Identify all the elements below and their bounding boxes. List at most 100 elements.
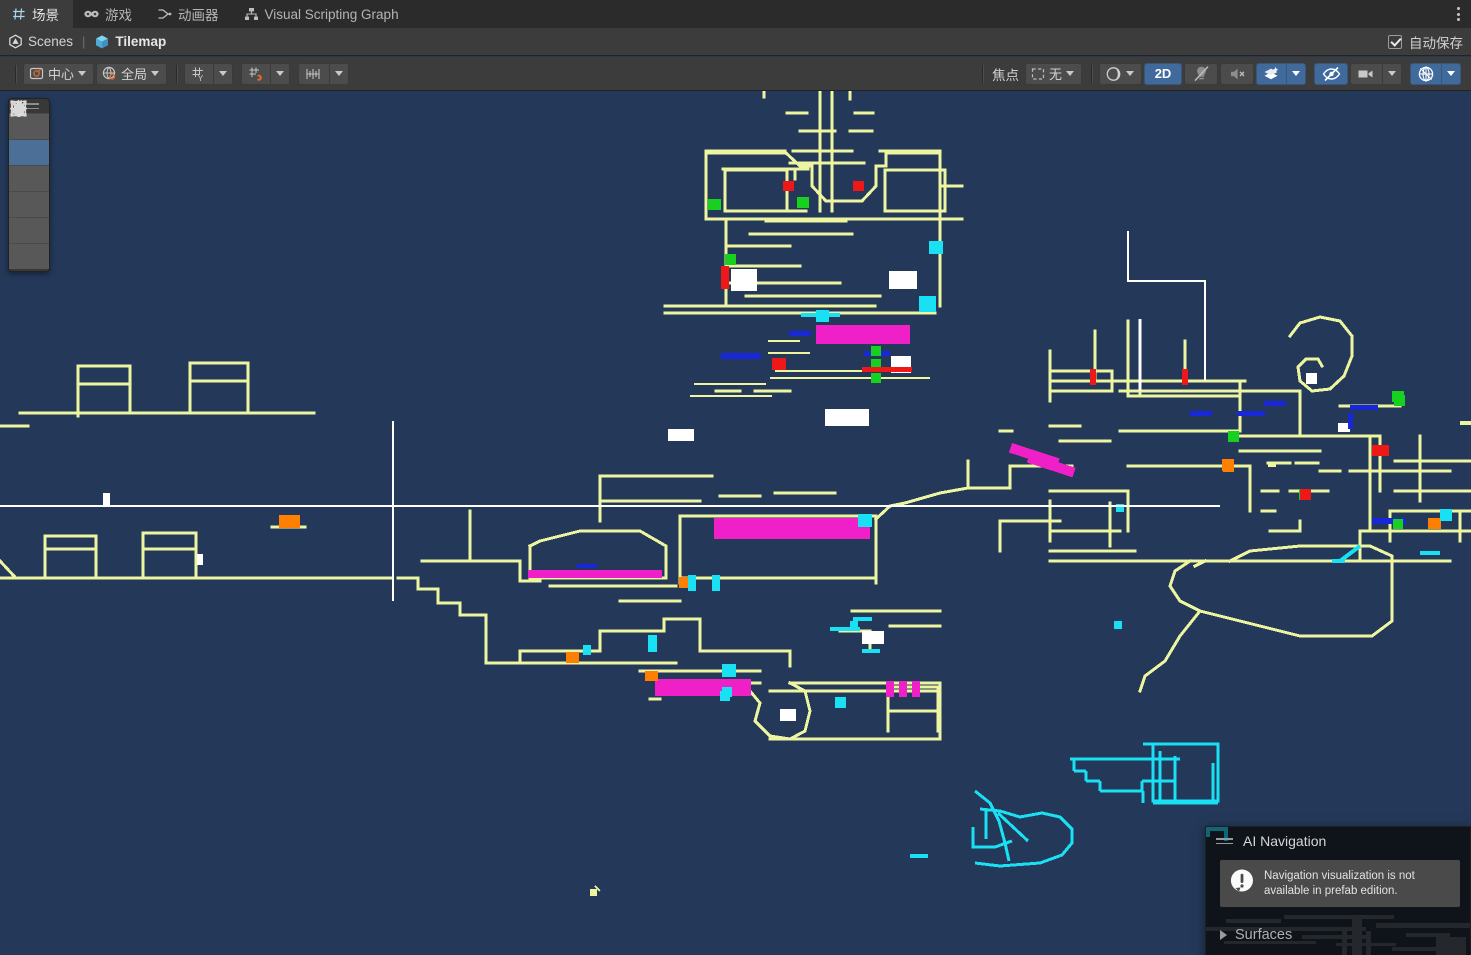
auto-save-toggle[interactable]: 自动保存 [1388,32,1463,52]
pivot-center-icon [29,66,44,81]
transform-tool[interactable] [9,100,49,269]
scene-camera-group [1350,62,1404,85]
tab-visual-scripting-graph[interactable]: Visual Scripting Graph [233,0,413,28]
breadcrumb-prefab[interactable]: Tilemap [94,34,166,50]
scene-camera-button[interactable] [1350,62,1382,85]
tab-label: 场景 [32,8,59,23]
snap-increment-button[interactable] [298,62,330,85]
chevron-down-icon [219,71,228,76]
navigation-warning-box: Navigation visualization is not availabl… [1220,860,1460,908]
tab-game[interactable]: 游戏 [73,0,146,28]
chevron-down-icon [1447,71,1455,76]
chevron-down-icon [276,71,285,76]
grid-axis-button[interactable]: Y [184,62,214,85]
magnet-grid-icon [248,66,264,82]
rect-tool[interactable] [9,100,49,243]
tab-label: 动画器 [178,8,219,23]
grid-axis-dropdown[interactable] [213,62,234,85]
svg-text:Y: Y [198,73,204,82]
effects-icon [1263,66,1280,82]
tab-animator[interactable]: 动画器 [146,0,233,28]
focus-selector-button[interactable]: 无 [1024,62,1082,85]
chevron-down-icon [78,71,87,76]
section-surfaces-label: Surfaces [1235,926,1293,943]
grid-axis-y-icon: Y [191,66,207,82]
chevron-down-icon [1126,71,1134,76]
snap-increment-group [298,62,351,85]
shaded-sphere-icon [1105,66,1122,82]
breadcrumb-prefab-label: Tilemap [115,34,167,49]
more-options-icon[interactable] [1445,0,1471,28]
overlay-drag-handle[interactable] [1216,838,1233,844]
gizmos-group [1410,62,1463,85]
chevron-down-icon [1388,71,1396,76]
grid-axis-group: Y [184,62,235,85]
toolbar-divider [176,64,178,83]
toolbar-divider [15,64,16,83]
animator-icon [157,7,172,22]
eye-off-icon [1322,66,1341,82]
tab-bar-filler [413,0,1445,28]
tab-label: Visual Scripting Graph [264,6,399,22]
gizmos-dropdown[interactable] [1441,62,1461,85]
toolbar-divider [981,64,983,83]
ai-navigation-overlay[interactable]: AI Navigation Navigation visualization i… [1205,826,1471,955]
breadcrumb-scenes-label: Scenes [28,34,74,49]
chevron-right-icon[interactable] [1220,929,1227,940]
snap-increment-icon [305,67,323,81]
scene-view-viewport[interactable]: AI Navigation Navigation visualization i… [0,91,1471,955]
focus-frame-icon [1031,67,1045,81]
auto-save-label: 自动保存 [1409,35,1463,51]
breadcrumb-scenes[interactable]: Scenes [8,34,73,49]
scale-tool[interactable] [9,100,49,217]
toolbar-divider [1091,64,1092,83]
hidden-objects-toggle[interactable] [1314,62,1348,85]
gamepad-icon [84,7,99,22]
chevron-down-icon [335,71,344,76]
ai-navigation-sections: Surfaces 代理 Obstacles Show Carve Hull [1206,907,1470,955]
focus-label: 焦点 [991,67,1019,83]
section-surfaces[interactable]: Surfaces [1218,919,1470,950]
scene-effects-button[interactable] [1256,62,1286,85]
section-agents[interactable]: 代理 [1218,950,1470,955]
warning-icon [1229,868,1255,894]
audio-off-icon [1229,66,1246,82]
grid-snapping-group [241,62,292,85]
breadcrumb-separator: | [82,34,86,49]
grid-snapping-button[interactable] [241,62,271,85]
toggle-2d-label: 2D [1154,66,1172,81]
editor-tab-bar: 场景 游戏 动画器 Visual Scripting Graph [0,0,1471,28]
camera-icon [1357,67,1376,81]
scene-view-toolbar: 中心 全局 Y 焦点 无 2D [0,57,1471,91]
pivot-mode-button[interactable]: 中心 [23,62,95,85]
lighting-off-icon [1193,65,1210,82]
prefab-breadcrumb-bar: Scenes | Tilemap 自动保存 [0,28,1471,56]
chevron-down-icon [1066,71,1074,76]
handle-orientation-button[interactable]: 全局 [96,62,168,85]
chevron-down-icon [151,71,160,76]
tab-label: 游戏 [105,8,132,23]
prefab-cube-icon [94,34,110,50]
auto-save-checkbox[interactable] [1388,34,1402,49]
globe-icon [102,66,117,81]
scene-audio-toggle[interactable] [1220,62,1254,85]
rotate-tool[interactable] [9,99,49,191]
tools-overlay[interactable] [8,98,50,272]
navigation-warning-text: Navigation visualization is not availabl… [1264,870,1415,897]
grid-icon [11,7,26,22]
unity-logo-icon [8,34,23,49]
graph-icon [244,7,259,22]
grid-snapping-dropdown[interactable] [270,62,291,85]
gizmos-button[interactable] [1410,62,1441,85]
scene-effects-dropdown[interactable] [1286,62,1306,85]
ai-navigation-header[interactable]: AI Navigation [1206,827,1470,855]
shading-mode-button[interactable] [1099,62,1142,85]
scene-effects-group [1256,62,1308,85]
ai-navigation-title: AI Navigation [1243,833,1327,849]
toggle-2d-button[interactable]: 2D [1144,62,1182,85]
scene-camera-dropdown[interactable] [1382,62,1402,85]
scene-lighting-toggle[interactable] [1184,62,1218,85]
snap-increment-dropdown[interactable] [329,62,350,85]
tab-scene[interactable]: 场景 [0,0,73,28]
move-tool[interactable] [9,99,49,165]
